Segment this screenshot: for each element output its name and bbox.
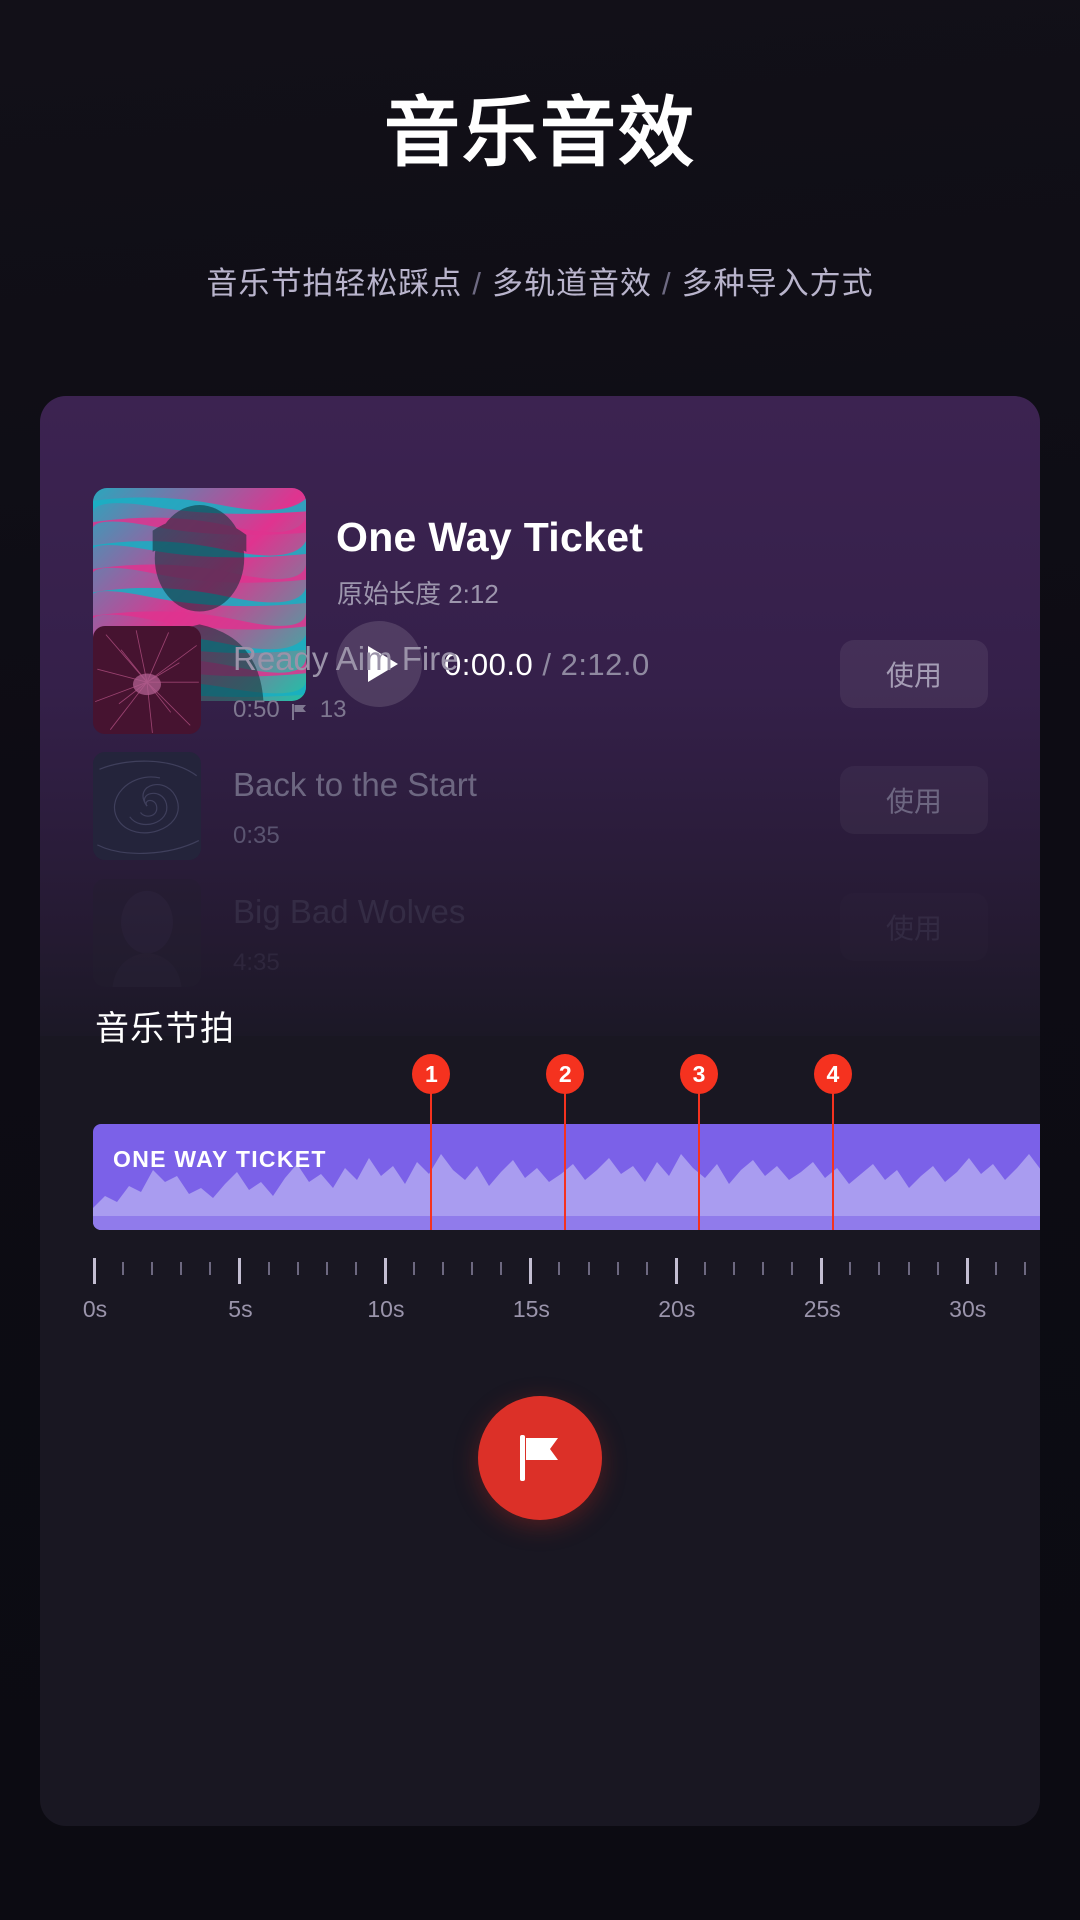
- ruler-tick-minor: [267, 1262, 270, 1275]
- ruler-tick-major: [529, 1258, 533, 1284]
- track-cover: [93, 879, 201, 987]
- subtitle-part-2: 多轨道音效: [492, 266, 652, 301]
- ruler-tick-label: 15s: [512, 1296, 550, 1322]
- beat-section-heading: 音乐节拍: [95, 1010, 235, 1048]
- flag-icon: [290, 701, 310, 721]
- timeline-ruler[interactable]: 0s 5s 10s 15s 20s 25s 30s: [83, 1258, 1040, 1328]
- track-row[interactable]: Back to the Start 0:35 使用: [93, 752, 988, 860]
- ruler-tick-major: [383, 1258, 387, 1284]
- ruler-tick-minor: [354, 1262, 357, 1275]
- subtitle-part-3: 多种导入方式: [681, 266, 874, 301]
- track-duration: 0:50: [233, 696, 280, 723]
- app-screen: 音乐音效 音乐节拍轻松踩点 / 多轨道音效 / 多种导入方式 One Way T…: [0, 0, 1080, 1920]
- ruler-tick-major: [674, 1258, 678, 1284]
- ruler-tick-minor: [907, 1262, 910, 1275]
- ruler-tick-minor: [587, 1262, 590, 1275]
- ruler-tick-label: 25s: [803, 1296, 841, 1322]
- page-subtitle: 音乐节拍轻松踩点 / 多轨道音效 / 多种导入方式: [0, 258, 1080, 303]
- ruler-tick-minor: [558, 1262, 561, 1275]
- track-title: Back to the Start: [233, 766, 477, 803]
- subtitle-separator-2: /: [662, 266, 672, 301]
- beat-marker[interactable]: 3: [680, 1054, 719, 1230]
- ruler-tick-label: 10s: [367, 1296, 405, 1322]
- beat-marker[interactable]: 4: [813, 1054, 852, 1230]
- track-row[interactable]: Ready Aim Fire 0:50 13 使用: [93, 626, 988, 734]
- ruler-tick-major: [820, 1258, 824, 1284]
- ruler-tick-minor: [413, 1262, 415, 1275]
- track-cover: [93, 626, 201, 734]
- ruler-tick-label: 0s: [82, 1296, 108, 1322]
- ruler-tick-minor: [733, 1262, 735, 1275]
- ruler-tick-label: 5s: [228, 1296, 253, 1322]
- track-duration: 4:35: [233, 949, 280, 976]
- beat-marker-number: 1: [412, 1054, 451, 1094]
- music-card: One Way Ticket 原始长度 2:12 0:00.0 / 2:12.0: [40, 396, 1040, 1826]
- waveform-icon: [93, 1154, 1040, 1230]
- ruler-tick-minor: [703, 1262, 706, 1275]
- ruler-tick-minor: [180, 1262, 183, 1275]
- ruler-tick-major: [93, 1258, 96, 1284]
- ruler-tick-major: [965, 1258, 969, 1284]
- ruler-tick-minor: [500, 1262, 503, 1275]
- ruler-tick-minor: [296, 1262, 299, 1275]
- ruler-tick-minor: [791, 1262, 794, 1275]
- track-meta: 0:50 13: [233, 696, 346, 724]
- ruler-tick-minor: [645, 1262, 648, 1275]
- album-cover-face-icon: [93, 879, 201, 987]
- track-beat-count: 13: [319, 696, 347, 723]
- ruler-tick-minor: [878, 1262, 881, 1275]
- track-title: Ready Aim Fire: [233, 640, 459, 677]
- beat-marker[interactable]: 2: [546, 1054, 585, 1230]
- use-button[interactable]: 使用: [840, 640, 988, 708]
- track-duration: 0:35: [233, 822, 280, 849]
- ruler-tick-minor: [849, 1262, 852, 1275]
- beat-marker[interactable]: 1: [412, 1054, 451, 1230]
- now-playing-title: One Way Ticket: [336, 514, 644, 560]
- track-title: Big Bad Wolves: [233, 893, 466, 930]
- ruler-tick-label: 30s: [949, 1296, 987, 1322]
- track-meta: 0:35: [233, 822, 280, 850]
- now-playing-original-length: 原始长度 2:12: [337, 579, 499, 609]
- use-button[interactable]: 使用: [840, 766, 988, 834]
- subtitle-part-1: 音乐节拍轻松踩点: [206, 266, 463, 301]
- add-beat-button[interactable]: [478, 1396, 602, 1520]
- ruler-tick-minor: [616, 1262, 619, 1275]
- beat-marker-number: 4: [813, 1054, 852, 1094]
- ruler-tick-minor: [994, 1262, 997, 1275]
- use-button[interactable]: 使用: [840, 893, 988, 961]
- album-cover-neuron-icon: [93, 626, 201, 734]
- waveform-clip[interactable]: ONE WAY TICKET: [93, 1124, 1040, 1230]
- ruler-tick-minor: [151, 1262, 154, 1275]
- beat-marker-number: 2: [546, 1054, 585, 1094]
- ruler-tick-minor: [442, 1262, 445, 1275]
- ruler-tick-minor: [936, 1262, 939, 1275]
- track-cover: [93, 752, 201, 860]
- beat-marker-number: 3: [680, 1054, 719, 1094]
- ruler-tick-minor: [122, 1262, 125, 1275]
- ruler-tick-minor: [762, 1262, 765, 1275]
- subtitle-separator-1: /: [472, 266, 482, 301]
- waveform-track-label: ONE WAY TICKET: [113, 1146, 327, 1172]
- ruler-tick-minor: [325, 1262, 328, 1275]
- flag-icon: [520, 1435, 558, 1481]
- waveform-area[interactable]: ONE WAY TICKET 1 2 3 4: [93, 1054, 1040, 1230]
- page-title: 音乐音效: [384, 91, 696, 176]
- track-meta: 4:35: [233, 949, 280, 977]
- album-cover-swirl-icon: [93, 752, 201, 860]
- ruler-tick-minor: [209, 1262, 212, 1275]
- ruler-tick-minor: [1023, 1262, 1026, 1275]
- ruler-tick-label: 20s: [658, 1296, 696, 1322]
- track-row[interactable]: Big Bad Wolves 4:35 使用: [93, 879, 988, 987]
- ruler-tick-major: [238, 1258, 242, 1284]
- ruler-tick-minor: [471, 1262, 474, 1275]
